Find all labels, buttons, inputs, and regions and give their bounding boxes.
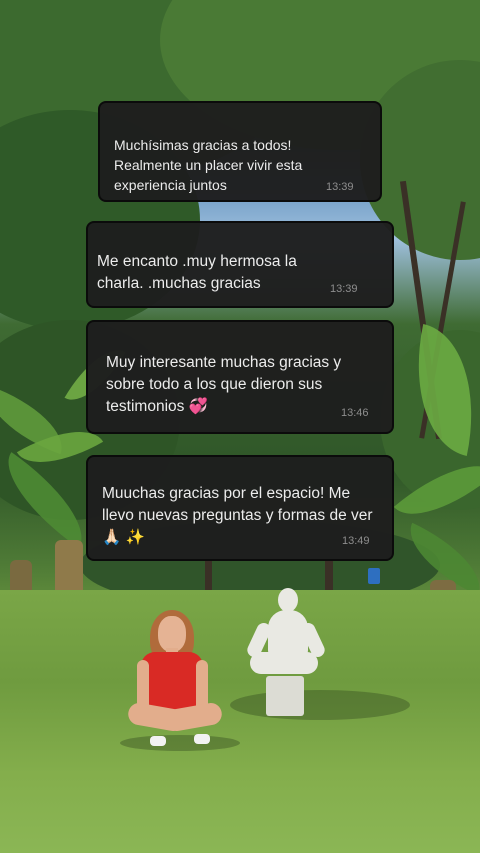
message-time: 13:39	[326, 181, 354, 193]
message-card-3: Muy interesante muchas gracias y sobre t…	[86, 320, 394, 434]
message-time: 13:49	[342, 535, 370, 547]
message-card-2: Me encanto .muy hermosa la charla. .much…	[86, 221, 394, 308]
message-time: 13:39	[330, 283, 358, 295]
message-text: Muy interesante muchas gracias y sobre t…	[106, 354, 342, 415]
message-time: 13:46	[341, 407, 369, 419]
message-card-4: Muuchas gracias por el espacio! Me llevo…	[86, 455, 394, 561]
story-background-photo: Muchísimas gracias a todos! Realmente un…	[0, 0, 480, 853]
message-text: Muuchas gracias por el espacio! Me llevo…	[102, 485, 373, 546]
message-text: Me encanto .muy hermosa la charla. .much…	[97, 253, 297, 292]
message-text: Muchísimas gracias a todos! Realmente un…	[114, 137, 303, 193]
message-card-1: Muchísimas gracias a todos! Realmente un…	[98, 101, 382, 202]
